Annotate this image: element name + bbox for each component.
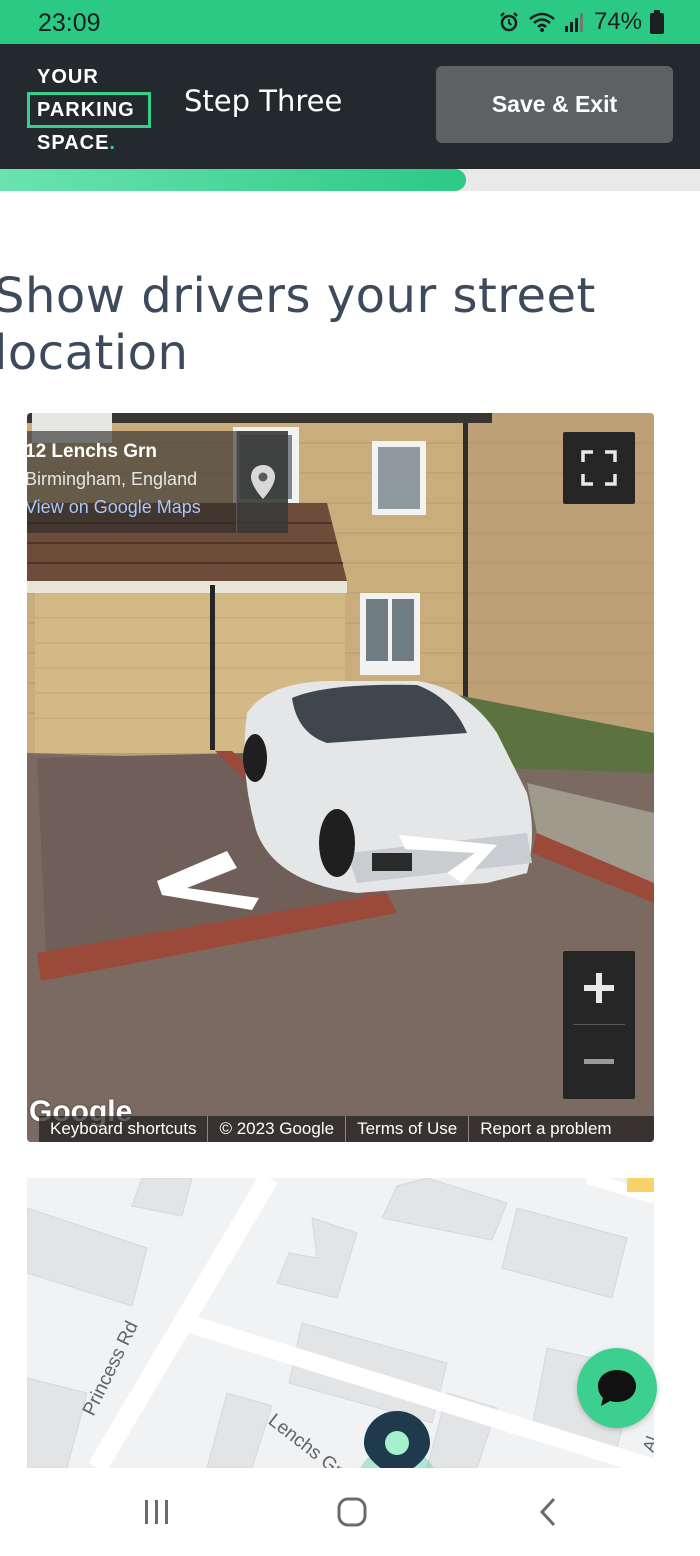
fullscreen-button[interactable] (563, 432, 635, 504)
step-title: Step Three (184, 84, 343, 118)
logo-dot: . (109, 132, 116, 154)
logo-line-your: YOUR (37, 66, 99, 88)
battery-icon (650, 10, 664, 34)
zoom-in-icon (584, 973, 614, 1003)
system-nav-bar (0, 1468, 700, 1556)
location-map[interactable]: Princess Rd Lenchs Gr Al (27, 1178, 654, 1468)
zoom-in-button[interactable] (563, 951, 635, 1025)
map-pin-button[interactable] (236, 431, 288, 533)
recents-icon (145, 1500, 168, 1524)
back-icon (539, 1497, 556, 1527)
progress-fill (0, 169, 467, 191)
progress-bar (0, 169, 700, 191)
home-icon (337, 1497, 367, 1527)
signal-icon (564, 13, 583, 32)
status-time: 23:09 (38, 9, 101, 37)
home-button[interactable] (322, 1488, 382, 1536)
keyboard-shortcuts-link[interactable]: Keyboard shortcuts (39, 1116, 209, 1142)
copyright-text: © 2023 Google (208, 1116, 347, 1142)
heading-line-2: location (0, 325, 189, 381)
zoom-out-button[interactable] (563, 1025, 635, 1099)
chat-button[interactable] (577, 1348, 657, 1428)
zoom-out-icon (584, 1059, 614, 1064)
wifi-icon (529, 12, 555, 32)
terms-of-use-link[interactable]: Terms of Use (346, 1116, 470, 1142)
address-title: 12 Lenchs Grn (27, 441, 157, 462)
page-heading: Show drivers your street location (0, 268, 694, 382)
chat-bubble-icon (598, 1370, 636, 1406)
street-view-panorama[interactable]: 12 Lenchs Grn Birmingham, England View o… (27, 413, 654, 1142)
pin-icon (250, 465, 275, 499)
report-problem-link[interactable]: Report a problem (469, 1116, 622, 1142)
logo[interactable]: YOUR PARKING SPACE. (27, 62, 151, 158)
address-subtitle: Birmingham, England (27, 469, 198, 489)
alarm-icon (500, 12, 518, 32)
logo-line-space: SPACE. (27, 128, 151, 158)
logo-line-parking: PARKING (27, 92, 151, 128)
location-marker-icon[interactable] (342, 1408, 452, 1468)
view-on-google-maps-link[interactable]: View on Google Maps (27, 497, 201, 518)
heading-line-1: Show drivers your street (0, 268, 596, 324)
zoom-controls (563, 951, 635, 1099)
recents-button[interactable] (127, 1488, 187, 1536)
street-view-footer: Keyboard shortcuts © 2023 Google Terms o… (39, 1116, 654, 1142)
app-header: YOUR PARKING SPACE. Step Three Save & Ex… (0, 44, 700, 169)
save-exit-button[interactable]: Save & Exit (436, 66, 673, 143)
battery-percent: 74% (593, 8, 642, 35)
fullscreen-icon (581, 450, 617, 486)
back-button[interactable] (518, 1488, 578, 1536)
status-bar: 23:09 74% (0, 0, 700, 44)
logo-space-text: SPACE (37, 132, 110, 154)
status-icons: 74% (498, 8, 664, 36)
